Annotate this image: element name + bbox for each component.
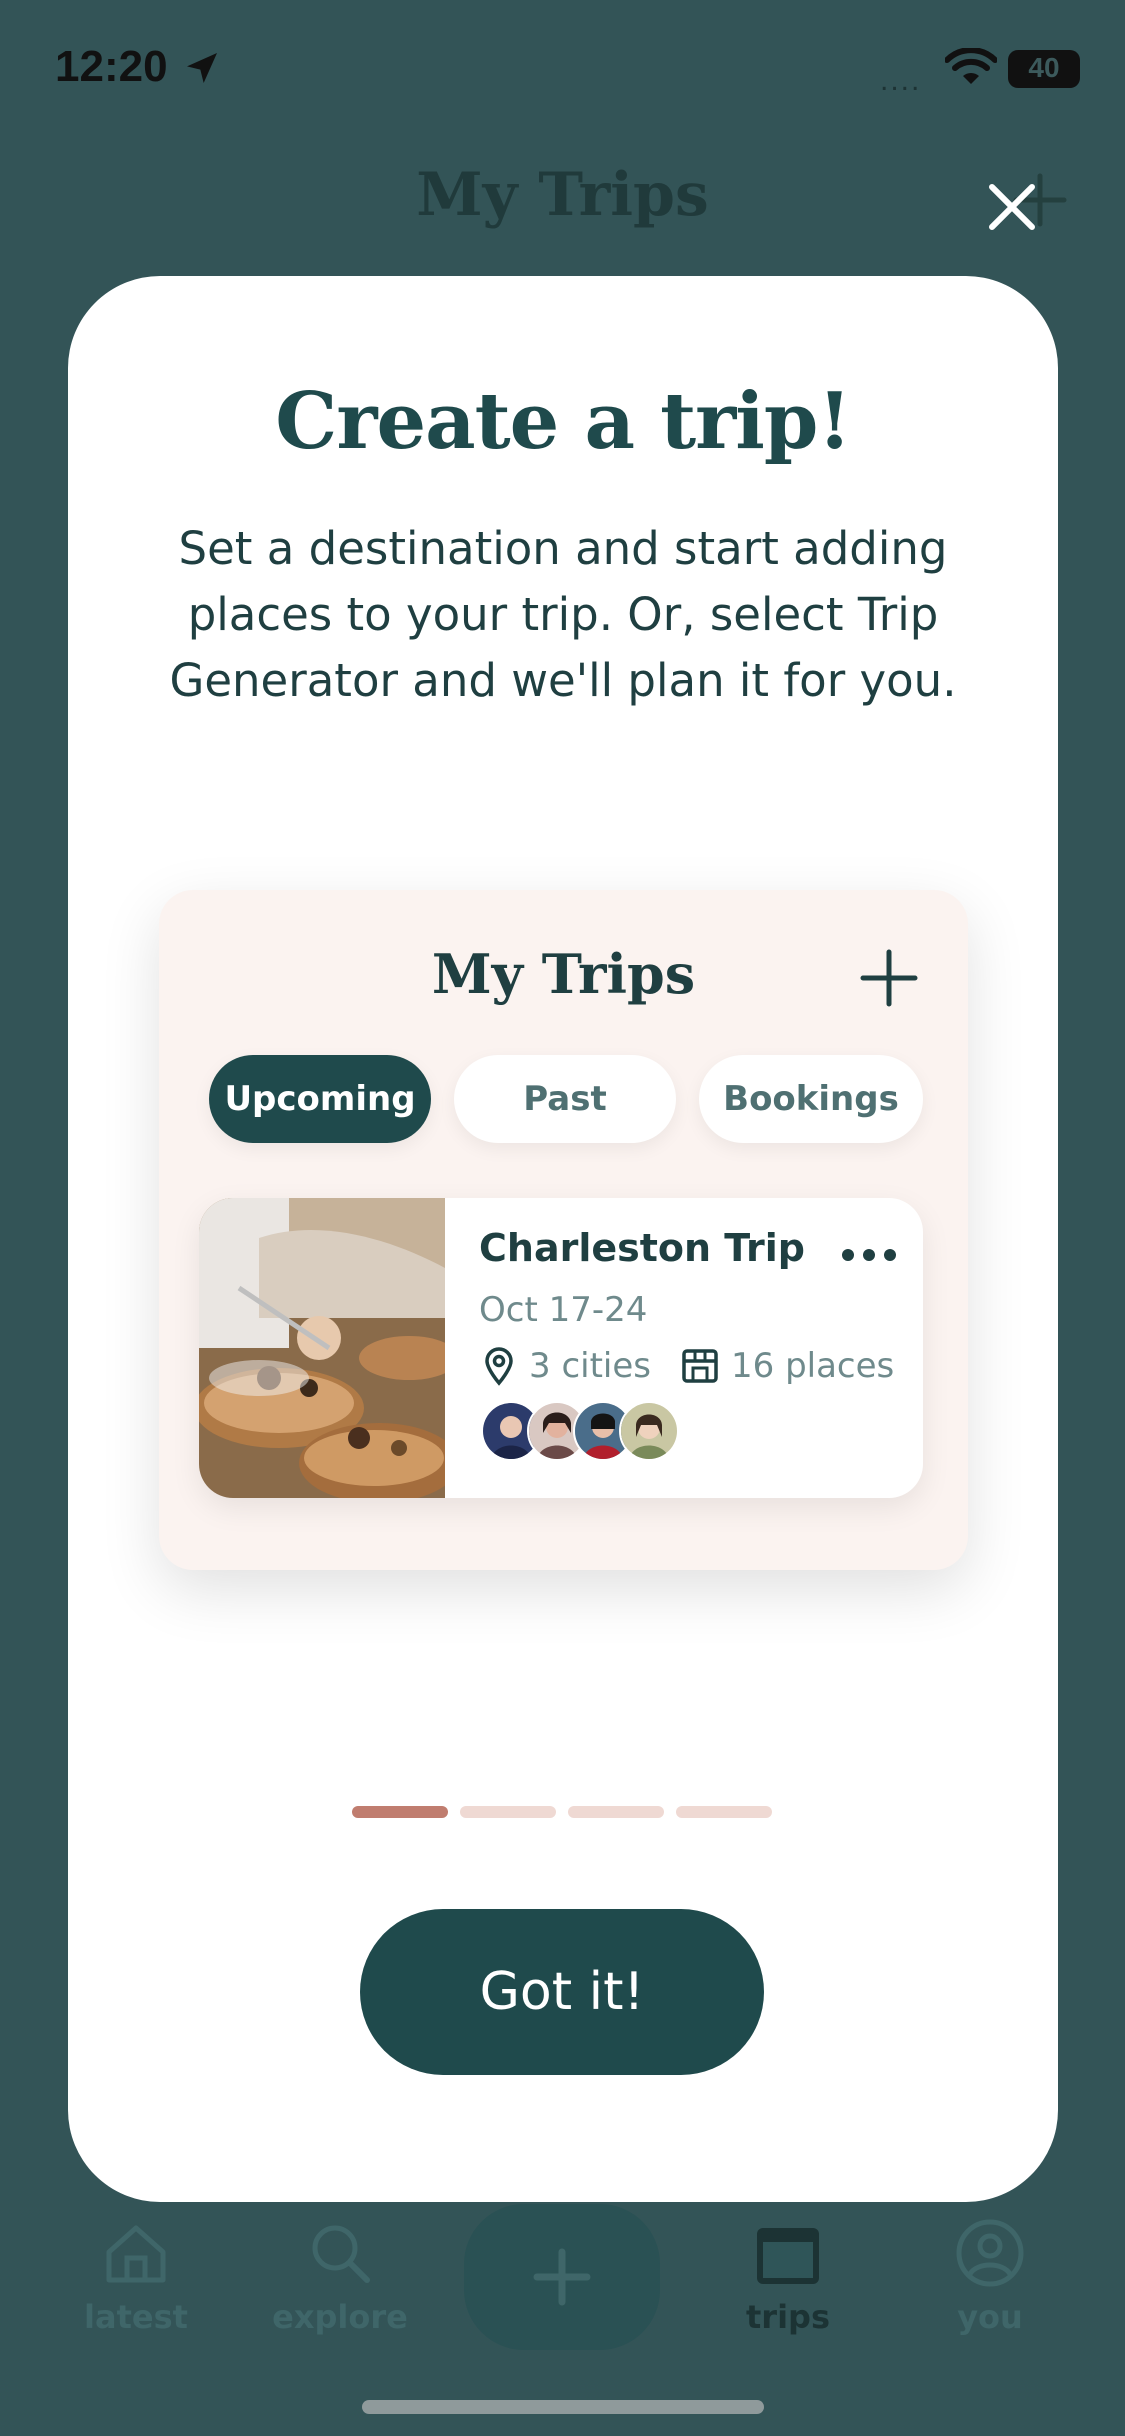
tab-trips[interactable]: trips	[708, 2218, 868, 2336]
trip-dates: Oct 17-24	[479, 1290, 648, 1330]
got-it-button[interactable]: Got it!	[360, 1909, 764, 2075]
tab-you[interactable]: you	[910, 2218, 1070, 2336]
avatar	[619, 1401, 679, 1461]
preview-tab-upcoming: Upcoming	[209, 1055, 431, 1143]
modal-description: Set a destination and start adding place…	[169, 522, 957, 707]
trip-cities: 3 cities	[529, 1346, 651, 1386]
my-trips-preview: My Trips Upcoming Past Bookings Charlest…	[159, 890, 968, 1570]
plus-icon	[533, 2248, 591, 2306]
store-icon	[682, 1349, 718, 1383]
location-pin-icon	[485, 1347, 513, 1386]
home-icon	[106, 2225, 166, 2283]
preview-title: My Trips	[431, 942, 696, 1006]
preview-tab-past: Past	[454, 1055, 676, 1143]
tab-label: you	[957, 2298, 1023, 2336]
calendar-icon	[757, 2228, 819, 2284]
tab-latest[interactable]: latest	[56, 2218, 216, 2336]
screen: 12:20 .... 40 My Trips latest explore tr…	[0, 0, 1125, 2436]
search-icon	[312, 2225, 370, 2283]
page-dot[interactable]	[676, 1806, 772, 1818]
onboarding-modal: Create a trip! Set a destination and sta…	[68, 276, 1058, 2202]
page-dot-active[interactable]	[352, 1806, 448, 1818]
modal-title: Create a trip!	[275, 376, 851, 467]
add-trip-fab[interactable]	[464, 2204, 660, 2350]
tab-label: explore	[272, 2298, 408, 2336]
page-indicator	[352, 1806, 772, 1818]
battery-level: 40	[1028, 52, 1060, 83]
tab-explore[interactable]: explore	[260, 2218, 420, 2336]
background-page-title: My Trips	[416, 160, 709, 230]
trip-collaborators	[481, 1401, 681, 1461]
trip-card: Charleston Trip Oct 17-24 3 cities 16 pl…	[199, 1198, 923, 1498]
battery-indicator: 40	[1008, 50, 1080, 88]
tab-label: trips	[746, 2298, 830, 2336]
home-indicator[interactable]	[362, 2400, 764, 2414]
page-dot[interactable]	[460, 1806, 556, 1818]
trip-name: Charleston Trip	[479, 1226, 806, 1270]
tab-label: latest	[84, 2298, 188, 2336]
trip-photo	[199, 1198, 445, 1498]
plus-icon	[860, 949, 918, 1007]
wifi-icon	[945, 48, 997, 84]
trip-places: 16 places	[731, 1346, 895, 1386]
location-arrow-icon	[187, 53, 217, 83]
person-icon	[956, 2219, 1024, 2287]
more-options-icon	[842, 1249, 896, 1261]
status-time: 12:20	[55, 42, 168, 91]
preview-tab-bookings: Bookings	[699, 1055, 923, 1143]
cellular-signal: ....	[880, 64, 922, 97]
close-icon[interactable]	[980, 175, 1044, 239]
page-dot[interactable]	[568, 1806, 664, 1818]
